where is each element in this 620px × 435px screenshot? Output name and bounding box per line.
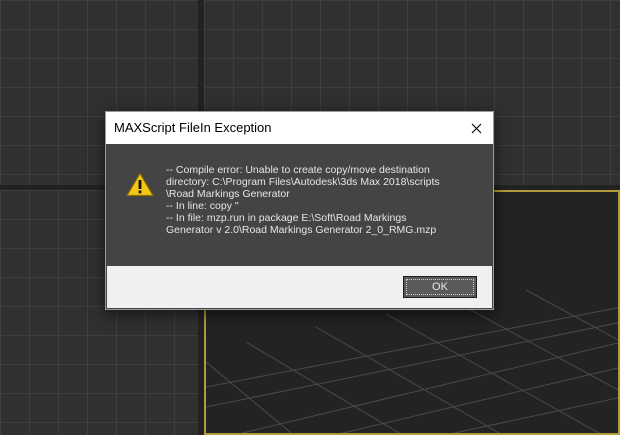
dialog-title: MAXScript FileIn Exception [114,120,272,135]
message-line: \Road Markings Generator [166,188,290,200]
message-line: directory: C:\Program Files\Autodesk\3ds… [166,176,440,188]
close-icon [471,123,481,133]
message-line: -- In line: copy " [166,200,239,212]
message-line: -- In file: mzp.run in package E:\Soft\R… [166,212,407,224]
ok-button[interactable]: OK [403,276,477,298]
exception-dialog: MAXScript FileIn Exception -- Compile er… [105,111,494,310]
warning-icon [126,172,154,197]
message-line: -- Compile error: Unable to create copy/… [166,164,430,176]
message-line: Generator v 2.0\Road Markings Generator … [166,224,437,236]
button-bar: OK [107,266,492,308]
dialog-content: -- Compile error: Unable to create copy/… [106,144,493,266]
error-message: -- Compile error: Unable to create copy/… [166,164,486,236]
close-button[interactable] [459,112,493,144]
dialog-footer: OK [106,266,493,309]
dialog-titlebar[interactable]: MAXScript FileIn Exception [106,112,493,144]
